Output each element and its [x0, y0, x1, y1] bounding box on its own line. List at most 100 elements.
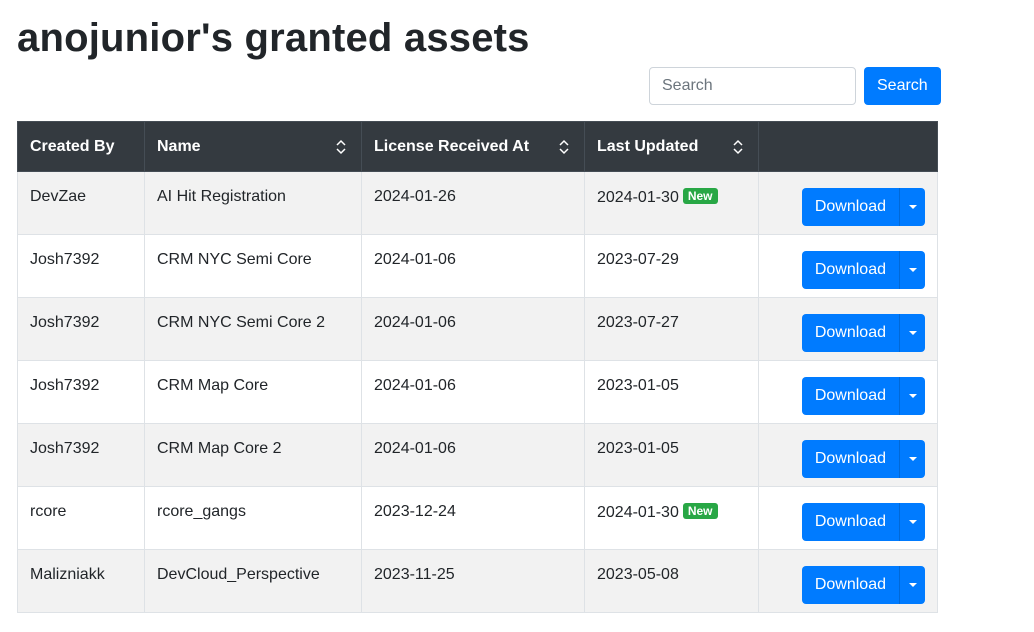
download-button[interactable]: Download	[801, 440, 899, 478]
cell-created-by: rcore	[17, 486, 145, 550]
download-dropdown-toggle[interactable]	[899, 314, 925, 352]
cell-name: DevCloud_Perspective	[144, 549, 362, 613]
cell-last-updated: 2023-05-08	[584, 549, 759, 613]
table-row: Josh7392 CRM NYC Semi Core 2024-01-06 2023-…	[17, 234, 938, 298]
cell-license-received-at: 2023-11-25	[361, 549, 585, 613]
caret-down-icon	[908, 268, 917, 272]
last-updated-text: 2023-05-08	[597, 566, 679, 583]
cell-license-received-at: 2024-01-06	[361, 234, 585, 298]
cell-created-by: Josh7392	[17, 297, 145, 361]
cell-last-updated: 2023-07-29	[584, 234, 759, 298]
cell-actions: Download	[758, 360, 938, 424]
download-dropdown-toggle[interactable]	[899, 188, 925, 226]
search-input[interactable]	[649, 67, 856, 105]
asset-name-text: CRM Map Core 2	[157, 440, 282, 457]
caret-down-icon	[908, 331, 917, 335]
cell-actions: Download	[758, 486, 938, 550]
download-dropdown-toggle[interactable]	[899, 377, 925, 415]
last-updated-text: 2024-01-30	[597, 189, 679, 206]
cell-name: CRM Map Core	[144, 360, 362, 424]
download-button[interactable]: Download	[801, 377, 899, 415]
search-button[interactable]: Search	[864, 67, 941, 105]
license-date-text: 2023-12-24	[374, 503, 456, 520]
column-header-label: Last Updated	[597, 137, 699, 155]
download-button[interactable]: Download	[801, 566, 899, 604]
table-body: DevZae AI Hit Registration 2024-01-26 2024-…	[17, 171, 938, 613]
asset-name-text: CRM NYC Semi Core	[157, 251, 312, 268]
last-updated-text: 2024-01-30	[597, 504, 679, 521]
cell-license-received-at: 2023-12-24	[361, 486, 585, 550]
asset-name-text: DevCloud_Perspective	[157, 566, 320, 583]
asset-name-text: CRM NYC Semi Core 2	[157, 314, 326, 331]
table-header-row: Created By Name License Received At Last…	[17, 121, 938, 172]
cell-last-updated: 2024-01-30 New	[584, 171, 759, 235]
caret-down-icon	[908, 457, 917, 461]
table-row: Josh7392 CRM Map Core 2 2024-01-06 2023-01-…	[17, 423, 938, 487]
cell-created-by: Josh7392	[17, 360, 145, 424]
cell-last-updated: 2023-01-05	[584, 360, 759, 424]
created-by-text: rcore	[30, 503, 67, 520]
license-date-text: 2024-01-06	[374, 314, 456, 331]
column-header-name[interactable]: Name	[144, 121, 362, 172]
asset-name-text: CRM Map Core	[157, 377, 269, 394]
column-header-license-received-at[interactable]: License Received At	[361, 121, 585, 172]
cell-created-by: DevZae	[17, 171, 145, 235]
page-title: anojunior's granted assets	[17, 16, 530, 60]
table-row: Josh7392 CRM Map Core 2024-01-06 2023-01-05…	[17, 360, 938, 424]
license-date-text: 2024-01-06	[374, 377, 456, 394]
column-header-actions	[758, 121, 938, 172]
new-badge: New	[682, 188, 718, 204]
cell-last-updated: 2024-01-30 New	[584, 486, 759, 550]
sort-up-down-icon[interactable]	[335, 139, 347, 155]
column-header-last-updated[interactable]: Last Updated	[584, 121, 759, 172]
download-button-group: Download	[801, 314, 925, 352]
cell-name: CRM Map Core 2	[144, 423, 362, 487]
license-date-text: 2024-01-06	[374, 440, 456, 457]
cell-actions: Download	[758, 423, 938, 487]
sort-up-down-icon[interactable]	[732, 139, 744, 155]
download-button[interactable]: Download	[801, 503, 899, 541]
download-dropdown-toggle[interactable]	[899, 503, 925, 541]
created-by-text: Josh7392	[30, 377, 100, 394]
assets-table: Created By Name License Received At Last…	[17, 121, 938, 613]
cell-created-by: Malizniakk	[17, 549, 145, 613]
cell-name: rcore_gangs	[144, 486, 362, 550]
last-updated-text: 2023-01-05	[597, 377, 679, 394]
last-updated-text: 2023-01-05	[597, 440, 679, 457]
created-by-text: Josh7392	[30, 440, 100, 457]
download-dropdown-toggle[interactable]	[899, 251, 925, 289]
created-by-text: Josh7392	[30, 314, 100, 331]
download-button-group: Download	[801, 251, 925, 289]
table-row: Josh7392 CRM NYC Semi Core 2 2024-01-06 202…	[17, 297, 938, 361]
column-header-created-by: Created By	[17, 121, 145, 172]
license-date-text: 2024-01-06	[374, 251, 456, 268]
created-by-text: Josh7392	[30, 251, 100, 268]
download-button-group: Download	[801, 503, 925, 541]
download-button[interactable]: Download	[801, 251, 899, 289]
created-by-text: DevZae	[30, 188, 87, 205]
download-dropdown-toggle[interactable]	[899, 440, 925, 478]
caret-down-icon	[908, 583, 917, 587]
caret-down-icon	[908, 520, 917, 524]
download-button-group: Download	[801, 188, 925, 226]
cell-last-updated: 2023-07-27	[584, 297, 759, 361]
license-date-text: 2024-01-26	[374, 188, 456, 205]
download-button[interactable]: Download	[801, 188, 899, 226]
column-header-label: Name	[157, 137, 201, 155]
last-updated-text: 2023-07-27	[597, 314, 679, 331]
cell-license-received-at: 2024-01-06	[361, 423, 585, 487]
column-header-label: Created By	[30, 137, 115, 155]
column-header-label: License Received At	[374, 137, 530, 155]
cell-created-by: Josh7392	[17, 423, 145, 487]
cell-license-received-at: 2024-01-26	[361, 171, 585, 235]
download-button[interactable]: Download	[801, 314, 899, 352]
asset-name-text: rcore_gangs	[157, 503, 246, 520]
cell-license-received-at: 2024-01-06	[361, 297, 585, 361]
last-updated-text: 2023-07-29	[597, 251, 679, 268]
sort-up-down-icon[interactable]	[558, 139, 570, 155]
download-dropdown-toggle[interactable]	[899, 566, 925, 604]
download-button-group: Download	[801, 377, 925, 415]
download-button-group: Download	[801, 440, 925, 478]
cell-name: AI Hit Registration	[144, 171, 362, 235]
cell-actions: Download	[758, 549, 938, 613]
